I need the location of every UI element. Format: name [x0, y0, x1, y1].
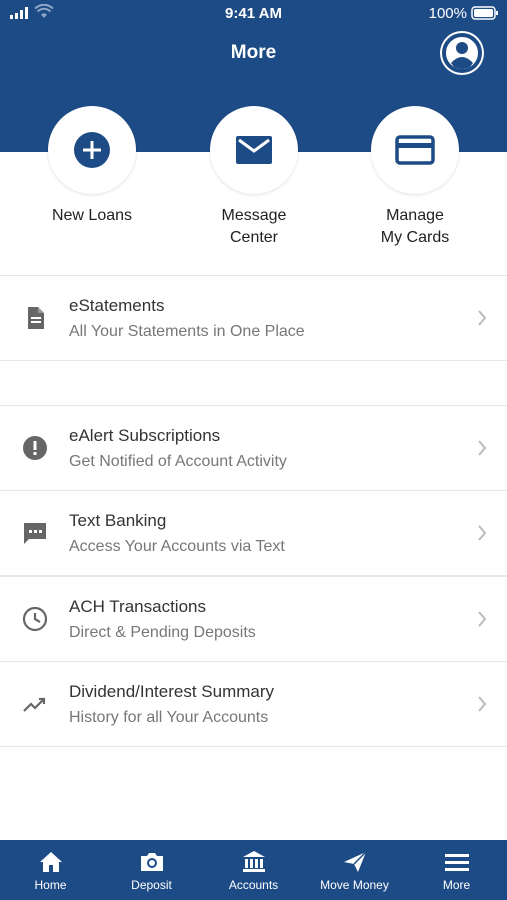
camera-icon: [141, 853, 163, 871]
message-center-label: Message Center: [221, 207, 287, 246]
quick-action-manage-cards[interactable]: Manage My Cards: [330, 106, 500, 249]
tab-deposit[interactable]: Deposit: [101, 840, 202, 900]
chevron-right-icon: [478, 440, 487, 456]
menu-item-estatements[interactable]: eStatements All Your Statements in One P…: [0, 275, 507, 361]
alert-icon: [23, 436, 47, 460]
chevron-right-icon: [478, 611, 487, 627]
manage-cards-label: Manage My Cards: [380, 207, 450, 246]
chevron-right-icon: [478, 310, 487, 326]
menu-item-subtitle: Access Your Accounts via Text: [69, 538, 285, 555]
tab-label: Move Money: [320, 878, 389, 892]
credit-card-icon: [395, 135, 435, 165]
menu-item-dividend-interest-summary[interactable]: Dividend/Interest Summary History for al…: [0, 661, 507, 747]
tab-accounts[interactable]: Accounts: [203, 840, 304, 900]
manage-cards-circle: [371, 106, 459, 194]
document-icon: [28, 307, 44, 329]
new-loans-circle: [48, 106, 136, 194]
tab-label: Deposit: [131, 878, 172, 892]
menu-item-title: ACH Transactions: [69, 597, 206, 616]
bank-icon: [243, 851, 265, 872]
chevron-right-icon: [478, 525, 487, 541]
menu-item-title: eStatements: [69, 296, 165, 315]
new-loans-label: New Loans: [51, 207, 133, 224]
menu-item-subtitle: Get Notified of Account Activity: [69, 453, 287, 470]
menu-item-ealert-subscriptions[interactable]: eAlert Subscriptions Get Notified of Acc…: [0, 405, 507, 491]
message-center-circle: [210, 106, 298, 194]
menu-item-ach-transactions[interactable]: ACH Transactions Direct & Pending Deposi…: [0, 576, 507, 662]
chevron-right-icon: [478, 696, 487, 712]
tab-more[interactable]: More: [406, 840, 507, 900]
tab-label: Accounts: [228, 878, 279, 892]
user-icon: [442, 33, 482, 73]
quick-action-new-loans[interactable]: New Loans: [7, 106, 177, 227]
menu-icon: [445, 854, 469, 871]
quick-action-message-center[interactable]: Message Center: [169, 106, 339, 249]
menu-item-subtitle: History for all Your Accounts: [69, 709, 269, 726]
tab-move-money[interactable]: Move Money: [304, 840, 405, 900]
menu-item-title: Text Banking: [69, 511, 167, 530]
send-icon: [344, 851, 367, 872]
page-title: More: [230, 42, 277, 63]
plus-circle-icon: [74, 132, 110, 168]
menu-item-title: Dividend/Interest Summary: [69, 682, 275, 701]
profile-button[interactable]: [440, 31, 484, 75]
status-bar: 9:41 AM 100%: [0, 0, 507, 28]
chat-icon: [24, 523, 46, 544]
menu-item-title: eAlert Subscriptions: [69, 426, 221, 445]
trending-up-icon: [23, 697, 46, 712]
tab-label: Home: [34, 878, 67, 892]
battery-icon: [471, 6, 498, 20]
menu-item-subtitle: All Your Statements in One Place: [69, 323, 305, 340]
bottom-tab-bar: Home Deposit Accounts Move Money More: [0, 840, 507, 900]
battery-percent: 100%: [428, 5, 467, 22]
home-icon: [40, 852, 62, 872]
menu-item-text-banking[interactable]: Text Banking Access Your Accounts via Te…: [0, 490, 507, 576]
tab-home[interactable]: Home: [0, 840, 101, 900]
envelope-icon: [236, 136, 272, 164]
menu-item-subtitle: Direct & Pending Deposits: [69, 624, 256, 641]
tab-label: More: [442, 878, 471, 892]
clock-icon: [22, 606, 48, 632]
